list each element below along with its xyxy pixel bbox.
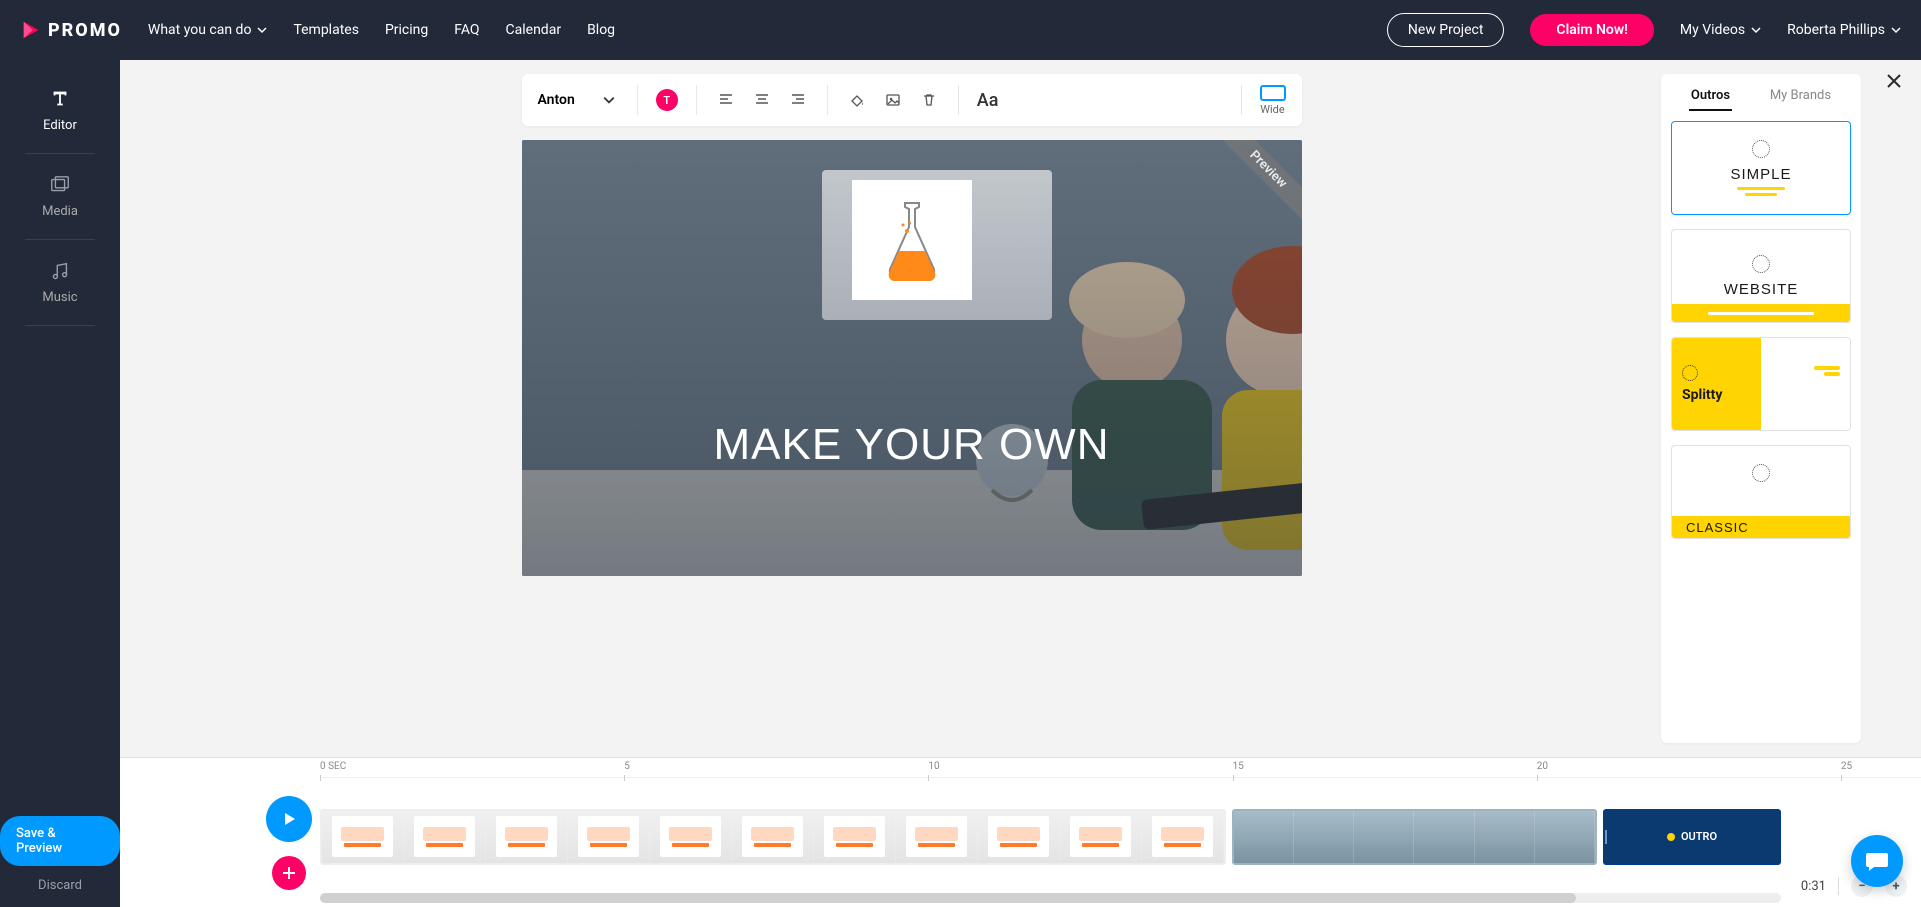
image-icon [885, 92, 901, 108]
chevron-down-icon [603, 94, 615, 106]
align-right-icon [790, 92, 806, 108]
chat-icon [1864, 848, 1890, 874]
canvas-headline[interactable]: MAKE YOUR OWN [713, 420, 1109, 470]
ratio-label: Wide [1260, 103, 1284, 116]
my-videos-label: My Videos [1680, 22, 1745, 38]
discard-button[interactable]: Discard [38, 878, 82, 893]
paint-bucket-icon [849, 92, 865, 108]
ruler-mark: 25 [1841, 761, 1852, 772]
logo-placeholder-icon [1752, 140, 1770, 158]
font-selector[interactable]: Anton [538, 92, 619, 108]
outro-card-title: WEBSITE [1724, 281, 1799, 298]
align-center-icon [754, 92, 770, 108]
nav-faq[interactable]: FAQ [454, 22, 479, 38]
outro-drag-handle[interactable] [1603, 810, 1610, 864]
logo-placeholder-icon [1752, 255, 1770, 273]
timeline: 0 SEC 5 10 15 20 25 FREE [120, 757, 1921, 907]
ruler-mark: 10 [928, 761, 939, 772]
timeline-outro-clip[interactable]: OUTRO [1603, 809, 1781, 865]
align-center-button[interactable] [751, 89, 773, 111]
align-left-icon [718, 92, 734, 108]
timeline-clip-1[interactable]: FREE [320, 809, 1226, 865]
font-name: Anton [538, 92, 575, 108]
chat-support-button[interactable] [1851, 835, 1903, 887]
nav-pricing[interactable]: Pricing [385, 22, 428, 38]
outro-card-splitty[interactable]: Splitty [1671, 337, 1851, 431]
ruler-mark: 0 SEC [320, 761, 346, 772]
add-clip-button[interactable] [272, 856, 306, 890]
sidebar-music[interactable]: Music [20, 246, 100, 319]
media-icon [49, 174, 71, 196]
align-right-button[interactable] [787, 89, 809, 111]
nav-label: What you can do [148, 22, 252, 38]
text-color-button[interactable]: T [656, 89, 678, 111]
tab-outros[interactable]: Outros [1689, 84, 1732, 111]
nav-blog[interactable]: Blog [587, 22, 615, 38]
chevron-down-icon [1891, 25, 1901, 35]
aspect-ratio-button[interactable]: Wide [1260, 85, 1286, 116]
flask-icon [877, 195, 947, 285]
fill-button[interactable] [846, 89, 868, 111]
logo-card [852, 180, 972, 300]
delete-button[interactable] [918, 89, 940, 111]
my-videos-menu[interactable]: My Videos [1680, 22, 1761, 38]
app-header: PROMO What you can do Templates Pricing … [0, 0, 1921, 60]
ruler-mark: 5 [624, 761, 630, 772]
close-icon [1885, 72, 1903, 90]
outro-dot-icon [1667, 833, 1675, 841]
play-button[interactable] [266, 796, 312, 842]
new-project-button[interactable]: New Project [1387, 13, 1505, 47]
user-menu[interactable]: Roberta Phillips [1787, 22, 1901, 38]
ruler-mark: 20 [1537, 761, 1548, 772]
nav-what-you-can-do[interactable]: What you can do [148, 22, 268, 38]
outro-card-title: SIMPLE [1730, 166, 1791, 183]
timeline-scrollbar[interactable] [320, 893, 1781, 903]
left-sidebar: Editor Media Music Save & Preview Discar… [0, 60, 120, 907]
image-button[interactable] [882, 89, 904, 111]
brand-logo[interactable]: PROMO [20, 19, 122, 41]
close-panel-button[interactable] [1885, 72, 1903, 90]
outro-card-title: Splitty [1682, 387, 1761, 403]
align-left-button[interactable] [715, 89, 737, 111]
trash-icon [921, 92, 937, 108]
sidebar-label: Music [42, 290, 77, 305]
outro-card-website[interactable]: WEBSITE [1671, 229, 1851, 323]
tab-my-brands[interactable]: My Brands [1768, 84, 1833, 111]
outro-card-title: CLASSIC [1686, 520, 1749, 535]
chevron-down-icon [257, 25, 267, 35]
text-size-button[interactable]: Aa [977, 90, 999, 111]
outro-card-simple[interactable]: SIMPLE [1671, 121, 1851, 215]
ruler-mark: 15 [1233, 761, 1244, 772]
username-label: Roberta Phillips [1787, 22, 1885, 38]
header-nav: What you can do Templates Pricing FAQ Ca… [148, 22, 615, 38]
logo-placeholder-icon [1682, 365, 1698, 381]
play-logo-icon [20, 19, 42, 41]
logo-placeholder-icon [1752, 464, 1770, 482]
brand-name: PROMO [48, 20, 122, 41]
timeline-ruler[interactable]: 0 SEC 5 10 15 20 25 [320, 758, 1921, 778]
claim-now-button[interactable]: Claim Now! [1530, 14, 1654, 46]
sidebar-label: Editor [43, 118, 77, 133]
ratio-icon [1260, 85, 1286, 101]
outros-panel: Outros My Brands SIMPLE WEBSITE [1661, 74, 1861, 743]
sidebar-label: Media [42, 204, 78, 219]
save-preview-button[interactable]: Save & Preview [0, 816, 120, 866]
timeline-duration: 0:31 [1801, 879, 1826, 894]
nav-calendar[interactable]: Calendar [506, 22, 562, 38]
play-icon [280, 810, 298, 828]
nav-templates[interactable]: Templates [293, 22, 359, 38]
scrollbar-thumb[interactable] [320, 893, 1576, 903]
video-canvas[interactable]: MAKE YOUR OWN Preview [522, 140, 1302, 576]
outro-card-classic[interactable]: CLASSIC [1671, 445, 1851, 539]
plus-icon [281, 865, 297, 881]
sidebar-editor[interactable]: Editor [20, 74, 100, 147]
timeline-clip-2[interactable]: FREE [1232, 809, 1597, 865]
text-toolbar: Anton T [522, 74, 1302, 126]
text-icon [49, 88, 71, 110]
chevron-down-icon [1751, 25, 1761, 35]
outro-clip-label: OUTRO [1681, 830, 1717, 843]
sidebar-media[interactable]: Media [20, 160, 100, 233]
music-icon [49, 260, 71, 282]
